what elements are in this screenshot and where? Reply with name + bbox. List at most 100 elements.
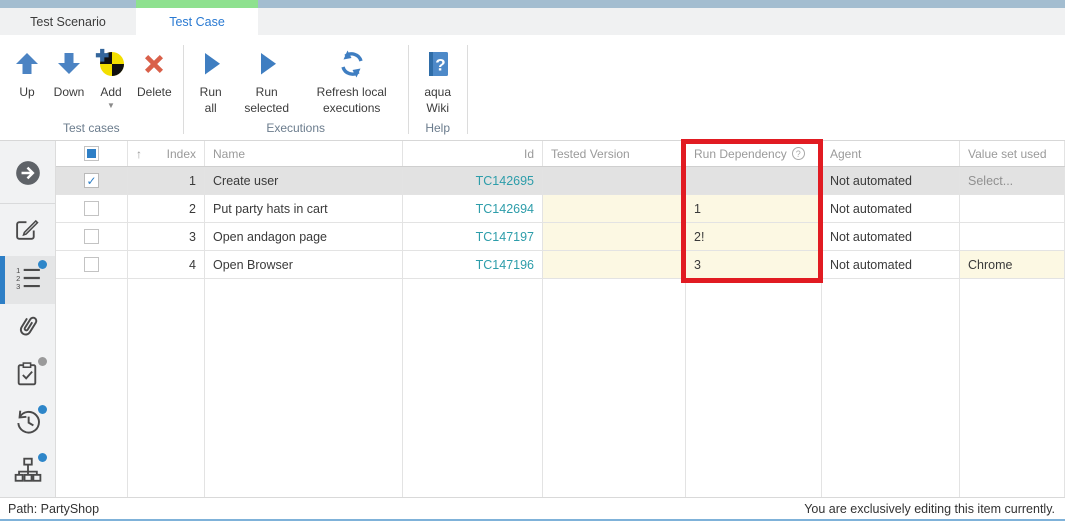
- accent-strip: [0, 0, 1065, 8]
- tab-test-case[interactable]: Test Case: [136, 8, 258, 35]
- sidebar-item-dependencies[interactable]: [0, 449, 55, 497]
- cell-agent[interactable]: Not automated: [822, 195, 960, 222]
- cell-tested-version[interactable]: [543, 167, 686, 194]
- cell-tested-version[interactable]: [543, 195, 686, 222]
- sidebar: 1 2 3: [0, 141, 56, 497]
- delete-button[interactable]: Delete: [132, 48, 177, 101]
- column-header-tested-version[interactable]: Tested Version: [543, 141, 686, 166]
- aqua-wiki-button[interactable]: ? aqua Wiki: [415, 48, 461, 116]
- cell-name[interactable]: Open Browser: [205, 251, 403, 278]
- cell-value-set-used[interactable]: Select...: [960, 167, 1065, 194]
- button-label: Run all: [196, 85, 226, 116]
- ribbon-separator: [183, 45, 184, 134]
- accent-strip-active: [136, 0, 258, 8]
- row-checkbox-cell[interactable]: [56, 195, 128, 222]
- hierarchy-icon: [14, 456, 42, 489]
- run-selected-button[interactable]: Run selected: [232, 48, 302, 116]
- add-button[interactable]: Add ▼: [90, 48, 132, 110]
- column-header-id[interactable]: Id: [403, 141, 543, 166]
- svg-text:?: ?: [435, 56, 445, 75]
- cell-run-dependency[interactable]: [686, 167, 822, 194]
- column-header-agent[interactable]: Agent: [822, 141, 960, 166]
- notification-badge: [38, 357, 47, 366]
- table-row[interactable]: 2 Put party hats in cart TC142694 1 Not …: [56, 195, 1065, 223]
- arrow-down-icon: [53, 48, 85, 80]
- cell-name[interactable]: Put party hats in cart: [205, 195, 403, 222]
- cell-tested-version[interactable]: [543, 251, 686, 278]
- go-arrow-icon: [14, 159, 42, 192]
- cell-name[interactable]: Create user: [205, 167, 403, 194]
- button-label: Delete: [137, 85, 172, 101]
- up-button[interactable]: Up: [6, 48, 48, 101]
- column-header-name[interactable]: Name: [205, 141, 403, 166]
- accent-strip-left: [0, 0, 136, 8]
- cell-index[interactable]: 1: [128, 167, 205, 194]
- select-all-checkbox[interactable]: [56, 141, 128, 166]
- sidebar-item-tasks[interactable]: [0, 353, 55, 401]
- help-icon[interactable]: ?: [792, 147, 805, 160]
- cell-value-set-used[interactable]: Chrome: [960, 251, 1065, 278]
- refresh-local-executions-button[interactable]: Refresh local executions: [302, 48, 402, 116]
- grid-empty-area: [56, 279, 1065, 497]
- sidebar-item-attachments[interactable]: [0, 304, 55, 352]
- sidebar-item-navigate[interactable]: [0, 151, 55, 199]
- row-checkbox[interactable]: [84, 173, 99, 188]
- cell-id[interactable]: TC142694: [403, 195, 543, 222]
- svg-text:3: 3: [16, 282, 20, 291]
- cell-run-dependency[interactable]: 1: [686, 195, 822, 222]
- notification-badge: [38, 405, 47, 414]
- chevron-down-icon: ▼: [107, 102, 115, 110]
- cell-index[interactable]: 3: [128, 223, 205, 250]
- column-label: Tested Version: [551, 147, 630, 161]
- ribbon-group-label: Executions: [186, 121, 406, 135]
- indeterminate-checkbox-icon: [84, 146, 99, 161]
- table-row[interactable]: 4 Open Browser TC147196 3 Not automated …: [56, 251, 1065, 279]
- grid-body: 1 Create user TC142695 Not automated Sel…: [56, 167, 1065, 279]
- run-all-button[interactable]: Run all: [190, 48, 232, 116]
- paperclip-icon: [14, 312, 42, 345]
- row-checkbox[interactable]: [84, 257, 99, 272]
- path-label: Path: PartyShop: [8, 502, 99, 516]
- tab-test-scenario[interactable]: Test Scenario: [0, 8, 136, 35]
- clipboard-check-icon: [14, 361, 41, 393]
- cell-id[interactable]: TC142695: [403, 167, 543, 194]
- column-label: Value set used: [968, 147, 1047, 161]
- cell-run-dependency[interactable]: 3: [686, 251, 822, 278]
- row-checkbox[interactable]: [84, 229, 99, 244]
- button-label: Add: [100, 85, 121, 101]
- down-button[interactable]: Down: [48, 48, 90, 101]
- cell-agent[interactable]: Not automated: [822, 223, 960, 250]
- cell-tested-version[interactable]: [543, 223, 686, 250]
- column-header-index[interactable]: ↑ Index: [128, 141, 205, 166]
- table-row[interactable]: 1 Create user TC142695 Not automated Sel…: [56, 167, 1065, 195]
- ribbon-separator: [467, 45, 468, 134]
- row-checkbox-cell[interactable]: [56, 223, 128, 250]
- sidebar-item-edit[interactable]: [0, 208, 55, 256]
- cell-agent[interactable]: Not automated: [822, 167, 960, 194]
- cell-value-set-used[interactable]: [960, 223, 1065, 250]
- button-label: aqua Wiki: [420, 85, 456, 116]
- cell-name[interactable]: Open andagon page: [205, 223, 403, 250]
- refresh-icon: [336, 48, 368, 80]
- cell-agent[interactable]: Not automated: [822, 251, 960, 278]
- edit-pencil-icon: [14, 216, 41, 248]
- column-header-run-dependency[interactable]: Run Dependency ?: [686, 141, 822, 166]
- history-clock-icon: [14, 408, 42, 441]
- cell-id[interactable]: TC147197: [403, 223, 543, 250]
- table-row[interactable]: 3 Open andagon page TC147197 2! Not auto…: [56, 223, 1065, 251]
- play-icon: [195, 48, 227, 80]
- ribbon-group-label: Help: [411, 121, 465, 135]
- sidebar-item-history[interactable]: [0, 401, 55, 449]
- play-icon: [251, 48, 283, 80]
- sort-ascending-icon: ↑: [136, 147, 142, 161]
- row-checkbox[interactable]: [84, 201, 99, 216]
- cell-value-set-used[interactable]: [960, 195, 1065, 222]
- cell-index[interactable]: 2: [128, 195, 205, 222]
- cell-run-dependency[interactable]: 2!: [686, 223, 822, 250]
- cell-id[interactable]: TC147196: [403, 251, 543, 278]
- cell-index[interactable]: 4: [128, 251, 205, 278]
- row-checkbox-cell[interactable]: [56, 167, 128, 194]
- row-checkbox-cell[interactable]: [56, 251, 128, 278]
- column-header-value-set-used[interactable]: Value set used: [960, 141, 1065, 166]
- sidebar-item-test-steps[interactable]: 1 2 3: [0, 256, 55, 304]
